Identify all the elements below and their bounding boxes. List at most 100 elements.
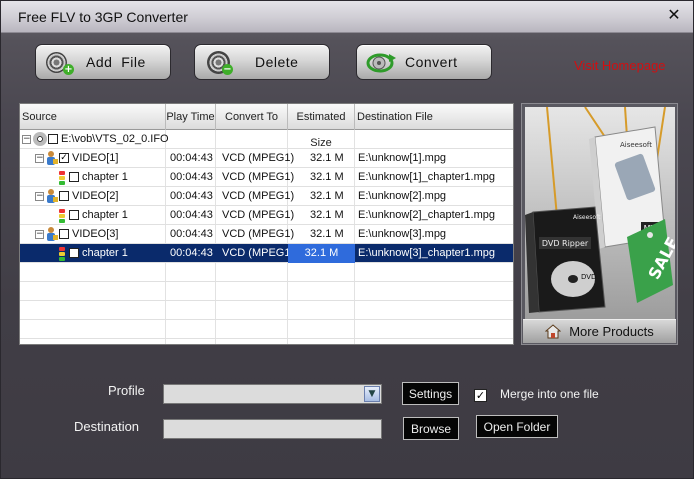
- source-cell: E:\vob\VTS_02_0.IFO: [61, 133, 169, 145]
- convert-label: Convert: [405, 54, 458, 70]
- more-products-banner[interactable]: MTS Aiseesoft DVD Ripper Aiseesoft DVD S…: [525, 106, 682, 319]
- empty-row: [20, 320, 513, 339]
- home-icon: [545, 324, 562, 339]
- destination-input[interactable]: [163, 419, 382, 439]
- destination-cell: E:\unknow[1]_chapter1.mpg: [358, 171, 495, 183]
- box-dvd-label: DVD Ripper: [542, 239, 589, 248]
- visit-homepage-link[interactable]: Visit Homepage: [574, 58, 666, 73]
- merge-label: Merge into one file: [500, 387, 599, 401]
- add-file-button[interactable]: + Add File: [35, 44, 171, 80]
- estimated-size-cell: 32.1 M: [310, 209, 344, 221]
- video-title-icon: [45, 188, 59, 204]
- convert-to-cell: VCD (MPEG1): [222, 152, 295, 164]
- traffic-light-icon: [58, 208, 66, 224]
- video-title-icon: [45, 226, 59, 242]
- traffic-light-icon: [58, 246, 66, 262]
- video-title-icon: [45, 150, 59, 166]
- destination-label: Destination: [74, 419, 140, 434]
- estimated-size-cell: 32.1 M: [310, 228, 344, 240]
- collapse-icon[interactable]: −: [35, 192, 44, 201]
- destination-cell: E:\unknow[3].mpg: [358, 228, 447, 240]
- traffic-light-icon: [58, 170, 66, 186]
- destination-cell: E:\unknow[3]_chapter1.mpg: [358, 247, 495, 259]
- film-reel-remove-icon: −: [203, 49, 233, 75]
- column-convert-to[interactable]: Convert To: [216, 104, 288, 130]
- convert-to-cell: VCD (MPEG1): [222, 190, 295, 202]
- title-bar[interactable]: Free FLV to 3GP Converter ✕: [1, 1, 693, 33]
- open-folder-button[interactable]: Open Folder: [476, 415, 558, 438]
- play-time-cell: 00:04:43: [170, 228, 213, 240]
- convert-to-cell: VCD (MPEG1): [222, 228, 295, 240]
- play-time-cell: 00:04:43: [170, 209, 213, 221]
- column-play-time[interactable]: Play Time: [166, 104, 216, 130]
- merge-checkbox[interactable]: ✓: [474, 389, 487, 402]
- more-products-button[interactable]: More Products: [523, 319, 676, 343]
- dvd-icon: [33, 132, 47, 146]
- window-title: Free FLV to 3GP Converter: [18, 9, 188, 25]
- profile-label: Profile: [108, 383, 145, 398]
- browse-button[interactable]: Browse: [403, 417, 459, 440]
- table-row[interactable]: − E:\vob\VTS_02_0.IFO: [20, 130, 513, 149]
- collapse-icon[interactable]: −: [35, 230, 44, 239]
- empty-row: [20, 263, 513, 282]
- column-source[interactable]: Source: [20, 104, 166, 130]
- play-time-cell: 00:04:43: [170, 247, 213, 259]
- table-row[interactable]: − ✓ VIDEO[1] 00:04:43 VCD (MPEG1) 32.1 M…: [20, 149, 513, 168]
- promo-panel: MTS Aiseesoft DVD Ripper Aiseesoft DVD S…: [521, 103, 682, 345]
- play-time-cell: 00:04:43: [170, 152, 213, 164]
- close-icon[interactable]: ✕: [665, 6, 683, 24]
- source-cell: VIDEO[1]: [72, 152, 119, 164]
- dvd-disc-text: DVD: [581, 273, 596, 281]
- main-window: Free FLV to 3GP Converter ✕ + Add File −…: [0, 0, 694, 479]
- chevron-down-icon[interactable]: ▼: [364, 386, 380, 402]
- destination-cell: E:\unknow[1].mpg: [358, 152, 447, 164]
- source-cell: chapter 1: [82, 209, 128, 221]
- convert-to-cell: VCD (MPEG1): [222, 247, 295, 259]
- more-products-label: More Products: [569, 324, 654, 339]
- empty-row: [20, 301, 513, 320]
- estimated-size-cell: 32.1 M: [288, 244, 355, 263]
- source-cell: chapter 1: [82, 247, 128, 259]
- table-row[interactable]: chapter 1 00:04:43 VCD (MPEG1) 32.1 M E:…: [20, 206, 513, 225]
- box-dvd-brand: Aiseesoft: [573, 214, 601, 221]
- delete-label: Delete: [255, 54, 299, 70]
- source-cell: VIDEO[3]: [72, 228, 119, 240]
- destination-cell: E:\unknow[2]_chapter1.mpg: [358, 209, 495, 221]
- row-checkbox[interactable]: ✓: [59, 153, 69, 163]
- table-row-selected[interactable]: chapter 1 00:04:43 VCD (MPEG1) 32.1 M E:…: [20, 244, 513, 263]
- play-time-cell: 00:04:43: [170, 171, 213, 183]
- destination-cell: E:\unknow[2].mpg: [358, 190, 447, 202]
- empty-row: [20, 282, 513, 301]
- row-checkbox[interactable]: [69, 248, 79, 258]
- row-checkbox[interactable]: [48, 134, 58, 144]
- row-checkbox[interactable]: [69, 210, 79, 220]
- table-row[interactable]: chapter 1 00:04:43 VCD (MPEG1) 32.1 M E:…: [20, 168, 513, 187]
- source-cell: VIDEO[2]: [72, 190, 119, 202]
- row-checkbox[interactable]: [59, 229, 69, 239]
- table-row[interactable]: − VIDEO[3] 00:04:43 VCD (MPEG1) 32.1 M E…: [20, 225, 513, 244]
- estimated-size-cell: 32.1 M: [310, 171, 344, 183]
- delete-button[interactable]: − Delete: [194, 44, 330, 80]
- estimated-size-cell: 32.1 M: [310, 190, 344, 202]
- source-cell: chapter 1: [82, 171, 128, 183]
- row-checkbox[interactable]: [59, 191, 69, 201]
- file-list-header: Source Play Time Convert To Estimated Si…: [20, 104, 513, 149]
- convert-to-cell: VCD (MPEG1): [222, 171, 295, 183]
- column-estimated-size[interactable]: Estimated Size: [288, 104, 355, 149]
- settings-button[interactable]: Settings: [402, 382, 459, 405]
- column-destination-file[interactable]: Destination File: [355, 104, 513, 130]
- profile-select[interactable]: ▼: [163, 384, 382, 404]
- estimated-size-cell: 32.1 M: [310, 152, 344, 164]
- convert-to-cell: VCD (MPEG1): [222, 209, 295, 221]
- box-mts-brand: Aiseesoft: [620, 141, 652, 149]
- collapse-icon[interactable]: −: [22, 135, 31, 144]
- convert-icon: [365, 49, 396, 75]
- file-list[interactable]: Source Play Time Convert To Estimated Si…: [19, 103, 514, 345]
- play-time-cell: 00:04:43: [170, 190, 213, 202]
- row-checkbox[interactable]: [69, 172, 79, 182]
- convert-button[interactable]: Convert: [356, 44, 492, 80]
- table-row[interactable]: − VIDEO[2] 00:04:43 VCD (MPEG1) 32.1 M E…: [20, 187, 513, 206]
- add-file-label: Add File: [86, 54, 146, 70]
- collapse-icon[interactable]: −: [35, 154, 44, 163]
- film-reel-add-icon: +: [44, 49, 74, 75]
